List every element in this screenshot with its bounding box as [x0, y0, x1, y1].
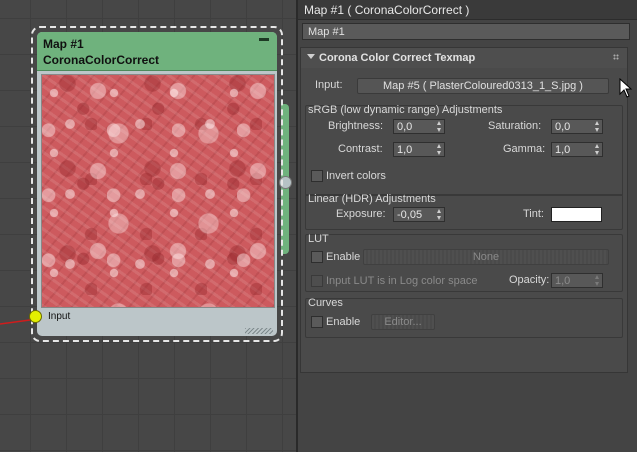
rollout-collapse-icon[interactable]	[307, 54, 315, 59]
parameter-titlebar: Map #1 ( CoronaColorCorrect )	[298, 0, 637, 20]
input-socket-label: Input	[48, 311, 71, 322]
node-type-label: CoronaColorCorrect	[43, 53, 160, 67]
invert-colors-checkbox[interactable]	[311, 170, 323, 182]
exposure-spinner[interactable]: -0,05	[393, 207, 445, 222]
node-body: Map #1 CoronaColorCorrect	[37, 32, 277, 336]
rollout-drag-icon[interactable]	[613, 54, 619, 60]
contrast-spinner[interactable]: 1,0	[393, 142, 445, 157]
brightness-label: Brightness:	[328, 120, 384, 132]
corona-color-correct-rollout: Corona Color Correct Texmap Input: Map #…	[300, 47, 628, 373]
saturation-spinner[interactable]: 0,0	[551, 119, 603, 134]
spinner-arrows-icon[interactable]	[595, 121, 600, 132]
lut-log-checkbox[interactable]	[311, 275, 323, 287]
lut-enable-checkbox[interactable]	[311, 251, 323, 263]
collapse-icon[interactable]	[259, 38, 269, 41]
tint-label: Tint:	[523, 208, 544, 220]
rollout-header[interactable]: Corona Color Correct Texmap	[301, 48, 627, 68]
invert-colors-label: Invert colors	[326, 170, 386, 182]
rollout-title: Corona Color Correct Texmap	[319, 52, 476, 64]
gamma-label: Gamma:	[503, 143, 546, 155]
map-name-input[interactable]	[302, 23, 630, 40]
input-map-button[interactable]: Map #5 ( PlasterColoured0313_1_S.jpg )	[357, 78, 609, 94]
texture-preview	[41, 74, 275, 308]
contrast-label: Contrast:	[338, 143, 383, 155]
lut-opacity-spinner[interactable]: 1,0	[551, 273, 603, 288]
curves-enable-checkbox[interactable]	[311, 316, 323, 328]
saturation-label: Saturation:	[488, 120, 542, 132]
parameter-title: Map #1 ( CoronaColorCorrect )	[304, 3, 470, 17]
spinner-arrows-icon[interactable]	[595, 275, 600, 286]
srgb-group-title: sRGB (low dynamic range) Adjustments	[308, 104, 503, 116]
spinner-arrows-icon[interactable]	[437, 209, 442, 220]
node-editor-canvas[interactable]: Map #1 CoronaColorCorrect Input	[0, 0, 296, 452]
lut-enable-label: Enable	[326, 251, 361, 263]
input-wire	[0, 319, 30, 325]
node-title: Map #1	[43, 37, 84, 51]
spinner-arrows-icon[interactable]	[595, 144, 600, 155]
node-header[interactable]: Map #1 CoronaColorCorrect	[37, 32, 277, 71]
exposure-label: Exposure:	[336, 208, 386, 220]
mouse-cursor-icon	[619, 78, 633, 98]
spinner-arrows-icon[interactable]	[437, 144, 442, 155]
curves-group-title: Curves	[308, 297, 343, 309]
parameter-editor: Map #1 ( CoronaColorCorrect ) Corona Col…	[298, 0, 637, 452]
linear-group-title: Linear (HDR) Adjustments	[308, 193, 436, 205]
input-label: Input:	[315, 79, 343, 91]
tint-color-swatch[interactable]	[551, 207, 602, 222]
lut-group-title: LUT	[308, 233, 329, 245]
resize-grip-icon[interactable]	[245, 328, 273, 334]
spinner-arrows-icon[interactable]	[437, 121, 442, 132]
material-node[interactable]: Map #1 CoronaColorCorrect	[31, 26, 283, 342]
lut-log-label: Input LUT is in Log color space	[326, 275, 478, 287]
lut-opacity-label: Opacity:	[509, 274, 550, 286]
lut-file-button[interactable]: None	[363, 249, 609, 265]
curves-editor-button[interactable]: Editor...	[371, 314, 435, 330]
gamma-spinner[interactable]: 1,0	[551, 142, 603, 157]
brightness-spinner[interactable]: 0,0	[393, 119, 445, 134]
input-socket[interactable]	[29, 310, 42, 323]
curves-enable-label: Enable	[326, 316, 361, 328]
